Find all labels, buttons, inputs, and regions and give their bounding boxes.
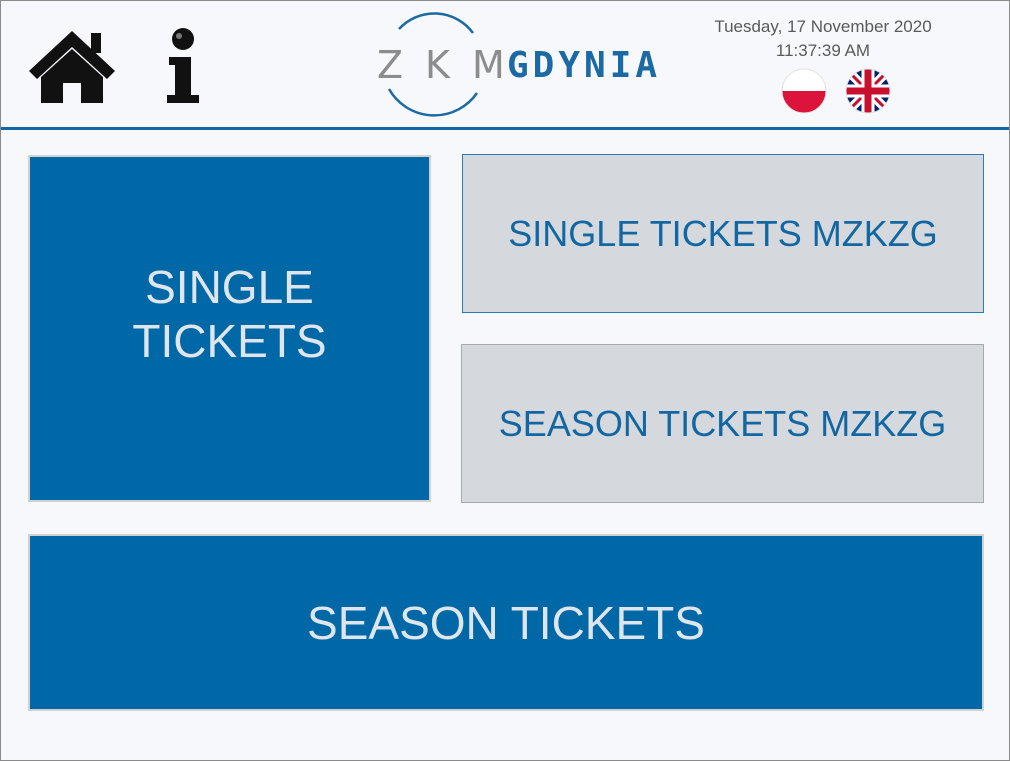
uk-flag-icon (845, 68, 891, 114)
time-text: 11:37:39 AM (775, 41, 871, 60)
season-tickets-button[interactable]: SEASON TICKETS (28, 534, 984, 711)
single-tickets-button[interactable]: SINGLE TICKETS (28, 155, 431, 502)
home-button[interactable] (27, 27, 117, 107)
season-tickets-mzkzg-label: SEASON TICKETS MZKZG (498, 402, 947, 444)
info-icon (167, 28, 199, 103)
home-icon (29, 31, 115, 103)
language-polish-button[interactable] (781, 68, 827, 114)
date-text: Tuesday, 17 November 2020 (714, 17, 932, 36)
single-tickets-label: SINGLE TICKETS (132, 260, 326, 368)
datetime-display: Tuesday, 17 November 2020 11:37:39 AM (693, 15, 953, 63)
single-tickets-label-line2: TICKETS (132, 314, 327, 367)
language-english-button[interactable] (845, 68, 891, 114)
logo-zkm-text: ZKM (377, 43, 527, 87)
single-tickets-mzkzg-button[interactable]: SINGLE TICKETS MZKZG (462, 154, 984, 313)
logo-gdynia-text: GDYNIA (507, 45, 662, 86)
single-tickets-mzkzg-label: SINGLE TICKETS MZKZG (508, 212, 938, 254)
zkm-gdynia-logo: ZKM GDYNIA (377, 9, 657, 121)
header-bar: ZKM GDYNIA Tuesday, 17 November 2020 11:… (1, 1, 1009, 130)
season-tickets-label: SEASON TICKETS (307, 596, 705, 649)
ticket-machine-screen: ZKM GDYNIA Tuesday, 17 November 2020 11:… (0, 0, 1010, 761)
info-button[interactable] (161, 27, 209, 107)
single-tickets-label-line1: SINGLE (145, 260, 314, 313)
season-tickets-mzkzg-button[interactable]: SEASON TICKETS MZKZG (461, 344, 984, 503)
polish-flag-icon (781, 68, 827, 114)
